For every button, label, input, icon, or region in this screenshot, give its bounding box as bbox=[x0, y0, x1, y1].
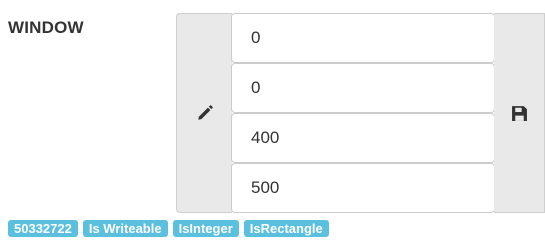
value-input-2[interactable] bbox=[231, 63, 495, 113]
badge-integer: IsInteger bbox=[172, 220, 239, 237]
save-button[interactable] bbox=[494, 13, 545, 213]
badge-rectangle: IsRectangle bbox=[243, 220, 329, 237]
badge-id: 50332722 bbox=[8, 220, 78, 237]
floppy-disk-icon bbox=[511, 105, 528, 122]
field-label: WINDOW bbox=[8, 18, 84, 37]
value-input-4[interactable] bbox=[231, 163, 495, 213]
badge-list: 50332722 Is Writeable IsInteger IsRectan… bbox=[8, 220, 329, 237]
value-input-1[interactable] bbox=[231, 13, 495, 63]
pencil-icon bbox=[196, 104, 214, 122]
edit-button[interactable] bbox=[176, 13, 232, 213]
value-input-3[interactable] bbox=[231, 113, 495, 163]
window-property-editor: WINDOW 50332722 Is Writeable IsInteger I… bbox=[0, 0, 545, 240]
value-inputs bbox=[231, 13, 495, 213]
badge-writeable: Is Writeable bbox=[82, 220, 168, 237]
